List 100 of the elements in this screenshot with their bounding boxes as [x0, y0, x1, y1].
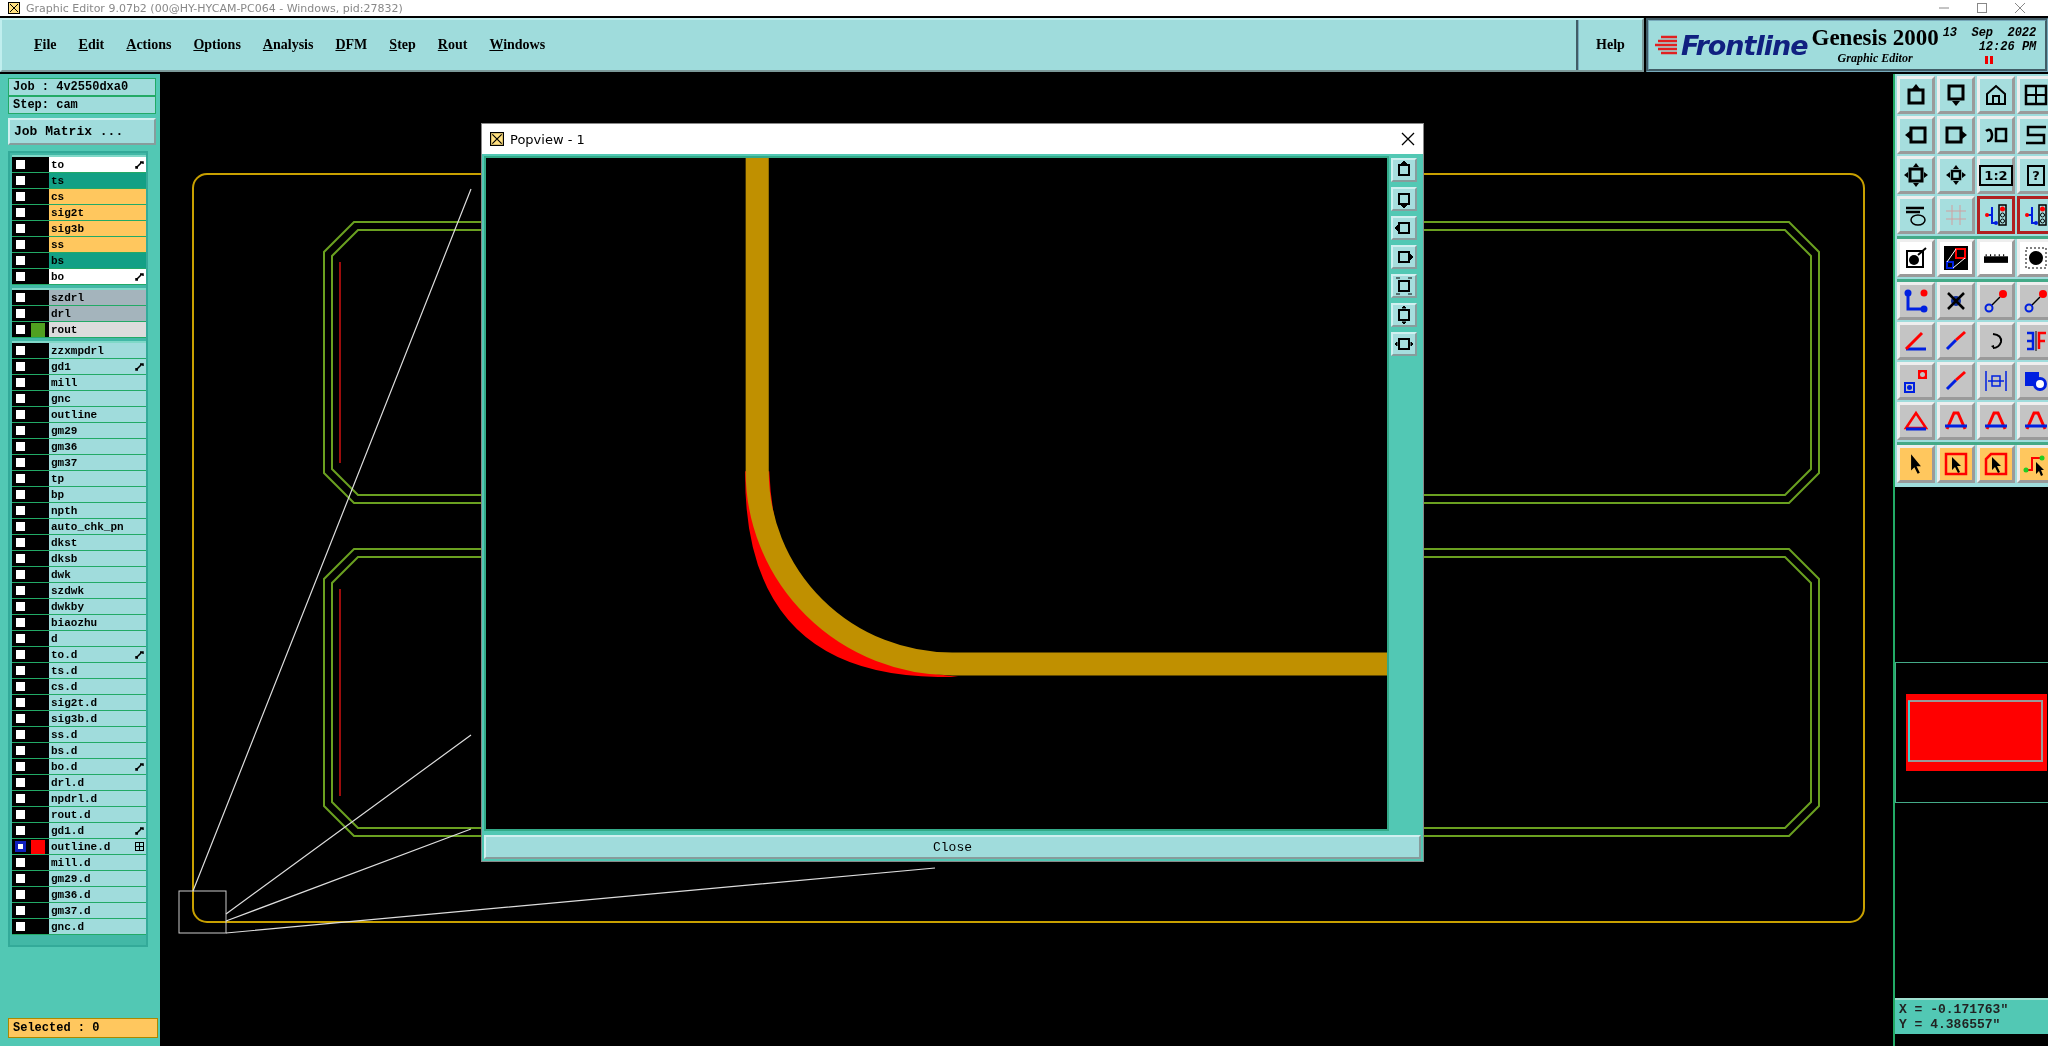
tool-button[interactable]: ?: [2017, 156, 2048, 194]
menu-item[interactable]: Windows: [481, 33, 554, 57]
layer-name[interactable]: outline.d: [48, 839, 146, 854]
layer-checkbox[interactable]: [15, 521, 26, 532]
layer-checkbox[interactable]: [15, 633, 26, 644]
layer-checkbox[interactable]: [15, 553, 26, 564]
layer-checkbox[interactable]: [15, 473, 26, 484]
layer-name[interactable]: to: [48, 157, 146, 172]
view-button[interactable]: [1391, 187, 1417, 211]
layer-checkbox[interactable]: [15, 889, 26, 900]
layer-checkbox[interactable]: [15, 921, 26, 932]
layer-checkbox[interactable]: [15, 777, 26, 788]
tool-button[interactable]: 1:2: [1977, 156, 2015, 194]
menu-item[interactable]: Options: [185, 33, 249, 57]
view-button[interactable]: [1391, 274, 1417, 298]
layer-checkbox[interactable]: [15, 308, 26, 319]
layer-name[interactable]: gm29: [48, 423, 146, 438]
layer-name[interactable]: drl: [48, 306, 146, 321]
layer-checkbox[interactable]: [15, 841, 26, 852]
menu-item[interactable]: Rout: [429, 33, 476, 57]
menu-item[interactable]: Step: [381, 33, 424, 57]
layer-checkbox[interactable]: [15, 649, 26, 660]
view-button[interactable]: [1391, 303, 1417, 327]
layer-name[interactable]: mill: [48, 375, 146, 390]
layer-name[interactable]: bs.d: [48, 743, 146, 758]
layer-checkbox[interactable]: [15, 569, 26, 580]
layer-checkbox[interactable]: [15, 745, 26, 756]
layer-name[interactable]: zzxmpdrl: [48, 343, 146, 358]
layer-name[interactable]: dwk: [48, 567, 146, 582]
layer-name[interactable]: ss: [48, 237, 146, 252]
layer-name[interactable]: sig2t: [48, 205, 146, 220]
job-matrix-button[interactable]: Job Matrix ...: [8, 118, 156, 145]
menu-item[interactable]: File: [26, 33, 65, 57]
layer-name[interactable]: gm36: [48, 439, 146, 454]
layer-name[interactable]: tp: [48, 471, 146, 486]
layer-checkbox[interactable]: [15, 729, 26, 740]
layer-name[interactable]: szdwk: [48, 583, 146, 598]
menu-item[interactable]: Edit: [70, 33, 113, 57]
layer-name[interactable]: gm36.d: [48, 887, 146, 902]
layer-checkbox[interactable]: [15, 457, 26, 468]
layer-name[interactable]: gm37: [48, 455, 146, 470]
layer-name[interactable]: biaozhu: [48, 615, 146, 630]
layer-name[interactable]: gnc: [48, 391, 146, 406]
view-button[interactable]: [1391, 216, 1417, 240]
layer-checkbox[interactable]: [15, 505, 26, 516]
layer-name[interactable]: cs.d: [48, 679, 146, 694]
layer-name[interactable]: bo.d: [48, 759, 146, 774]
layer-name[interactable]: bs: [48, 253, 146, 268]
layer-name[interactable]: bo: [48, 269, 146, 284]
layer-checkbox[interactable]: [15, 537, 26, 548]
layer-checkbox[interactable]: [15, 207, 26, 218]
layer-name[interactable]: dwkby: [48, 599, 146, 614]
layer-checkbox[interactable]: [15, 271, 26, 282]
layer-checkbox[interactable]: [15, 857, 26, 868]
layer-name[interactable]: sig2t.d: [48, 695, 146, 710]
close-button[interactable]: Close: [484, 835, 1421, 859]
tool-button[interactable]: [2017, 196, 2048, 234]
layer-checkbox[interactable]: [15, 292, 26, 303]
layer-name[interactable]: gd1: [48, 359, 146, 374]
layer-name[interactable]: npdrl.d: [48, 791, 146, 806]
layer-name[interactable]: cs: [48, 189, 146, 204]
layer-checkbox[interactable]: [15, 175, 26, 186]
layer-name[interactable]: dksb: [48, 551, 146, 566]
layer-checkbox[interactable]: [15, 489, 26, 500]
layer-name[interactable]: auto_chk_pn: [48, 519, 146, 534]
menu-item[interactable]: DFM: [327, 33, 376, 57]
close-icon[interactable]: [1401, 132, 1415, 146]
layer-checkbox[interactable]: [15, 617, 26, 628]
layer-checkbox[interactable]: [15, 809, 26, 820]
layer-checkbox[interactable]: [15, 873, 26, 884]
layer-checkbox[interactable]: [15, 324, 26, 335]
layer-checkbox[interactable]: [15, 223, 26, 234]
layer-checkbox[interactable]: [15, 761, 26, 772]
layer-name[interactable]: d: [48, 631, 146, 646]
menu-item[interactable]: Actions: [118, 33, 180, 57]
view-button[interactable]: [1391, 332, 1417, 356]
layer-name[interactable]: ss.d: [48, 727, 146, 742]
layer-checkbox[interactable]: [15, 377, 26, 388]
layer-checkbox[interactable]: [15, 239, 26, 250]
layer-name[interactable]: sig3b.d: [48, 711, 146, 726]
layer-name[interactable]: ts: [48, 173, 146, 188]
layer-checkbox[interactable]: [15, 697, 26, 708]
layer-name[interactable]: outline: [48, 407, 146, 422]
layer-name[interactable]: ts.d: [48, 663, 146, 678]
layer-checkbox[interactable]: [15, 393, 26, 404]
layer-name[interactable]: rout.d: [48, 807, 146, 822]
layer-name[interactable]: szdrl: [48, 290, 146, 305]
layer-checkbox[interactable]: [15, 409, 26, 420]
layer-name[interactable]: dkst: [48, 535, 146, 550]
layer-checkbox[interactable]: [15, 345, 26, 356]
view-button[interactable]: [1391, 158, 1417, 182]
layer-checkbox[interactable]: [15, 191, 26, 202]
layer-checkbox[interactable]: [15, 361, 26, 372]
layer-checkbox[interactable]: [15, 255, 26, 266]
view-button[interactable]: [1391, 245, 1417, 269]
layer-name[interactable]: bp: [48, 487, 146, 502]
layer-name[interactable]: gd1.d: [48, 823, 146, 838]
layer-name[interactable]: npth: [48, 503, 146, 518]
maximize-icon[interactable]: [1976, 2, 1988, 14]
layer-name[interactable]: to.d: [48, 647, 146, 662]
